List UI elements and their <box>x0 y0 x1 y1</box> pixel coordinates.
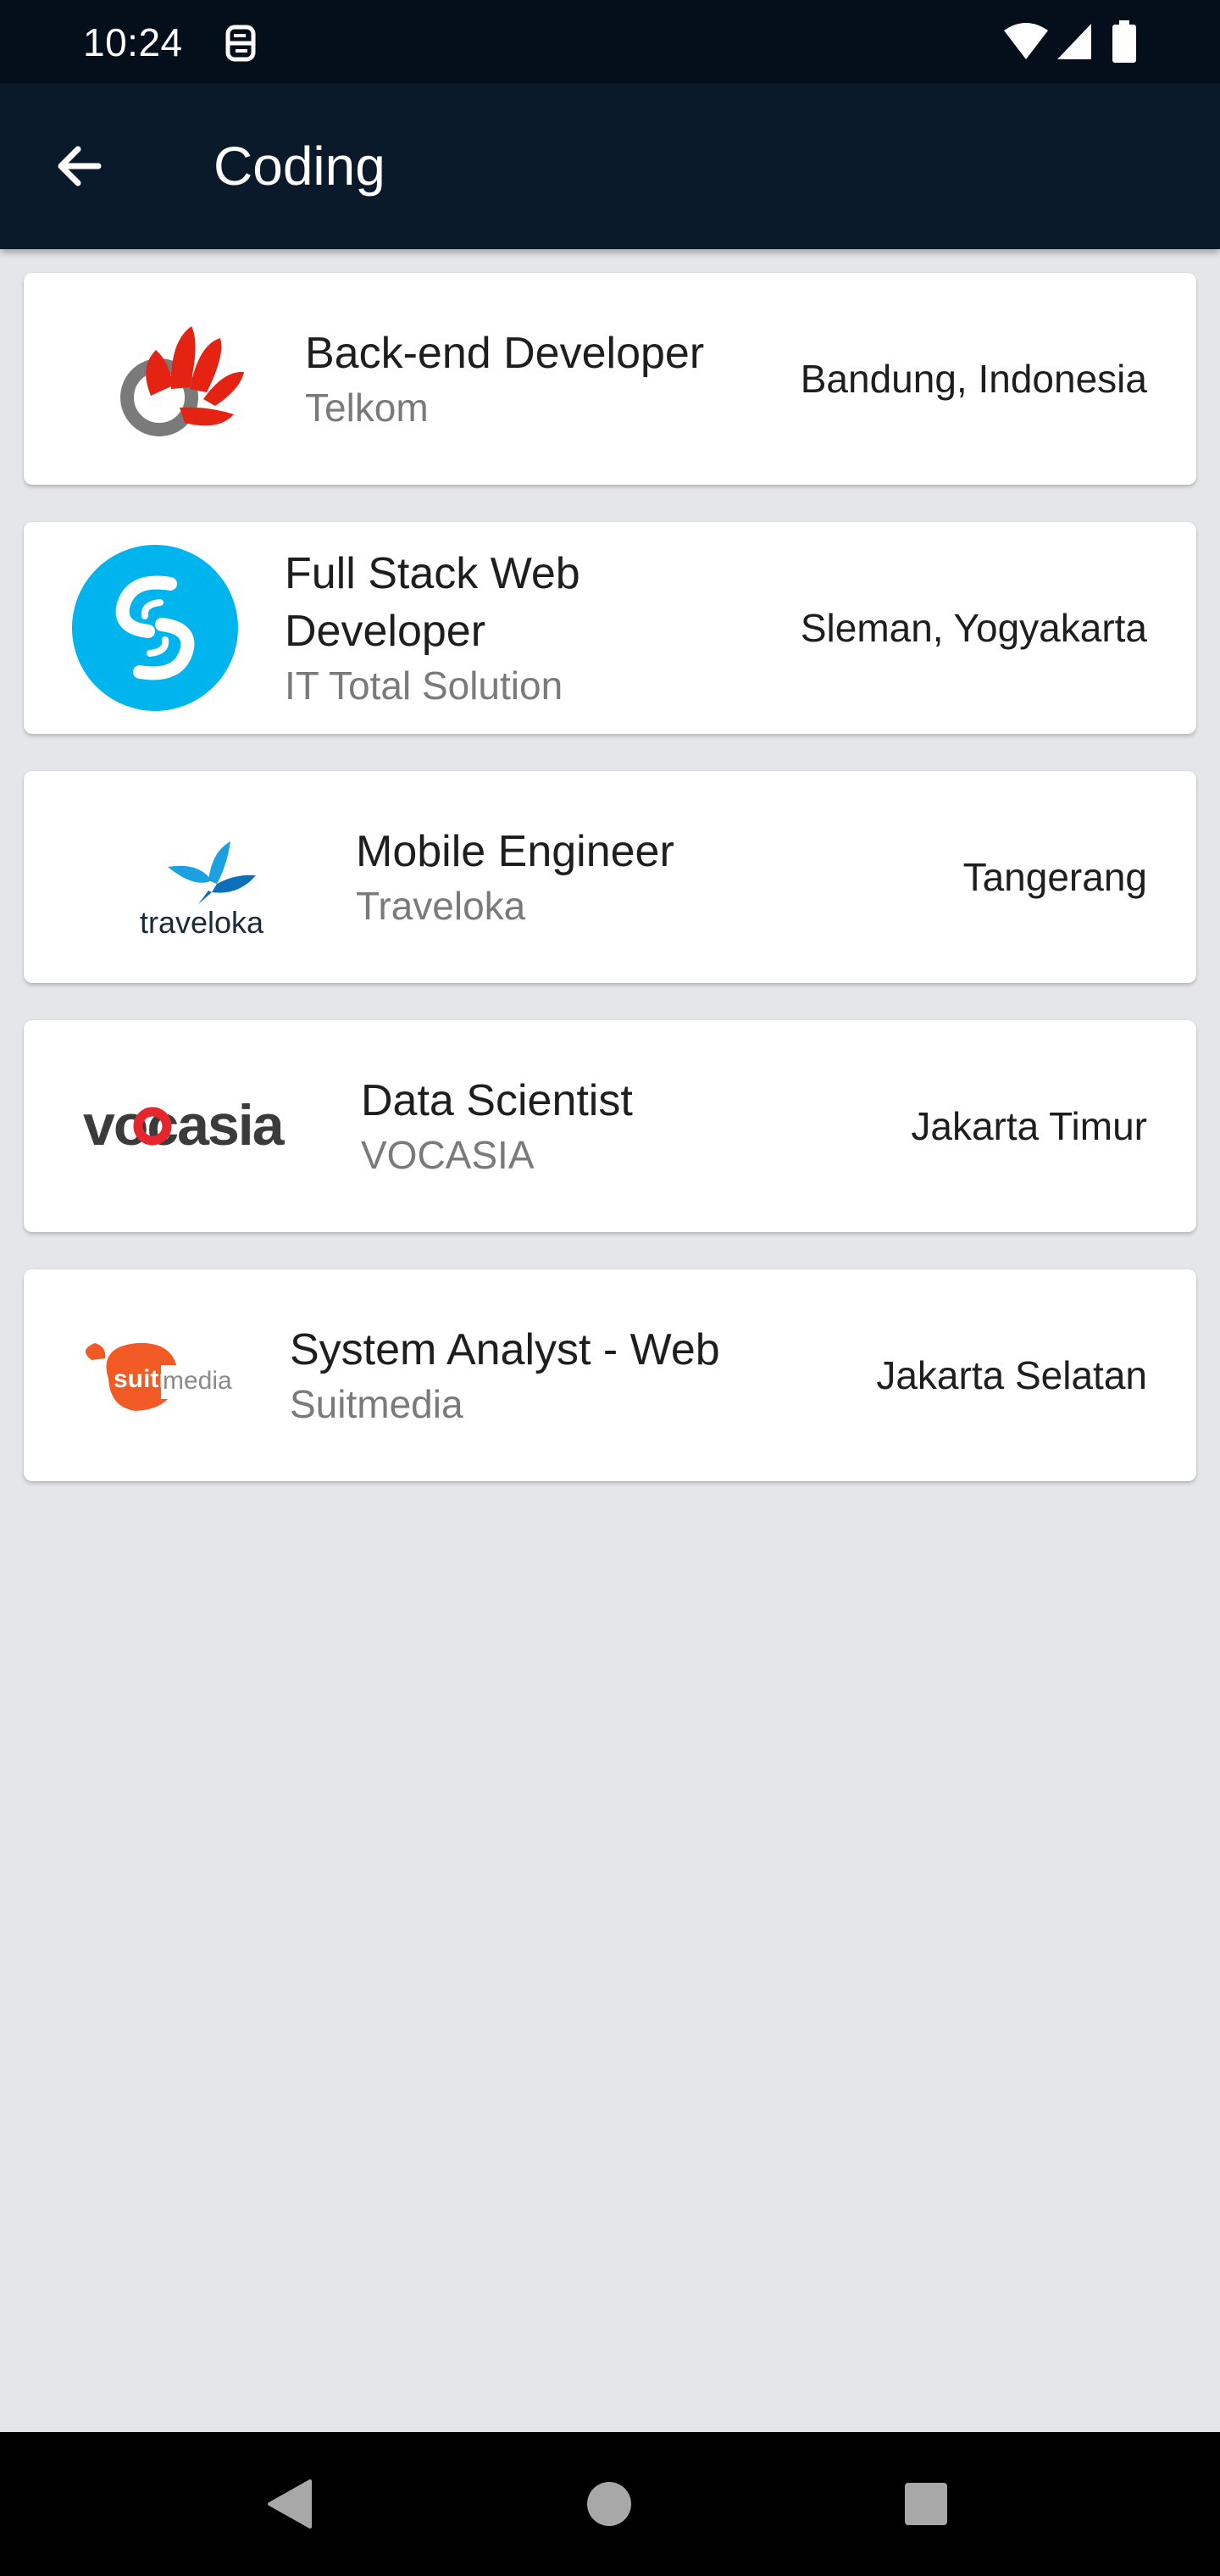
job-title: Full Stack Web Developer <box>285 549 580 656</box>
signal-icon <box>1057 24 1091 59</box>
job-title: Back-end Developer <box>305 329 705 378</box>
home-circle-icon[interactable] <box>581 2476 637 2532</box>
status-bar: 10:24 <box>0 0 1220 83</box>
job-location: Jakarta Timur <box>911 1104 1147 1148</box>
job-location: Bandung, Indonesia <box>800 357 1147 401</box>
job-card-text: Mobile Engineer Traveloka <box>356 771 674 983</box>
traveloka-logo-text: traveloka <box>140 905 264 940</box>
status-time: 10:24 <box>83 20 183 64</box>
vocasia-logo: vocasia <box>83 1093 287 1158</box>
suitmedia-logo: suitmedia media <box>85 1342 263 1411</box>
job-card-text: Back-end Developer Telkom <box>305 273 704 485</box>
job-title: Mobile Engineer <box>356 827 674 876</box>
app-bar: Coding <box>0 83 1220 249</box>
job-title: Data Scientist <box>361 1076 633 1125</box>
vocasia-logo-text: vocasia <box>83 1093 286 1158</box>
company-name: Traveloka <box>356 884 526 928</box>
job-card-mobile-engineer[interactable]: traveloka Mobile Engineer Traveloka Tang… <box>24 771 1196 983</box>
job-title: System Analyst - Web <box>290 1325 720 1374</box>
navigation-bar <box>0 2432 1220 2576</box>
job-location: Jakarta Selatan <box>876 1353 1147 1397</box>
company-name: VOCASIA <box>361 1133 535 1177</box>
company-name: IT Total Solution <box>285 663 563 708</box>
telkom-logo <box>120 326 244 436</box>
job-card-text: Data Scientist VOCASIA <box>361 1020 633 1232</box>
job-list: Back-end Developer Telkom Bandung, Indon… <box>24 273 1196 1518</box>
it-total-solution-logo <box>72 545 238 711</box>
svg-text:media: media <box>163 1367 232 1395</box>
job-card-system-analyst-web[interactable]: suitmedia media System Analyst - Web Sui… <box>24 1269 1196 1481</box>
traveloka-logo: traveloka <box>140 841 264 940</box>
arrow-back-icon[interactable] <box>47 134 112 198</box>
notification-icon <box>225 25 256 62</box>
recents-square-icon[interactable] <box>898 2476 954 2532</box>
job-card-full-stack-web-developer[interactable]: Full Stack Web Developer IT Total Soluti… <box>24 522 1196 734</box>
job-card-data-scientist[interactable]: vocasia Data Scientist VOCASIA Jakarta T… <box>24 1020 1196 1232</box>
job-card-back-end-developer[interactable]: Back-end Developer Telkom Bandung, Indon… <box>24 273 1196 485</box>
company-name: Telkom <box>305 386 429 430</box>
job-card-text: Full Stack Web Developer IT Total Soluti… <box>285 522 691 734</box>
job-location: Sleman, Yogyakarta <box>800 606 1147 650</box>
battery-icon <box>1112 20 1136 63</box>
back-triangle-icon[interactable] <box>263 2476 319 2532</box>
wifi-icon <box>1004 23 1048 59</box>
company-name: Suitmedia <box>290 1382 463 1426</box>
job-card-text: System Analyst - Web Suitmedia <box>290 1269 720 1481</box>
page-title: Coding <box>214 136 385 197</box>
job-location: Tangerang <box>962 855 1147 899</box>
